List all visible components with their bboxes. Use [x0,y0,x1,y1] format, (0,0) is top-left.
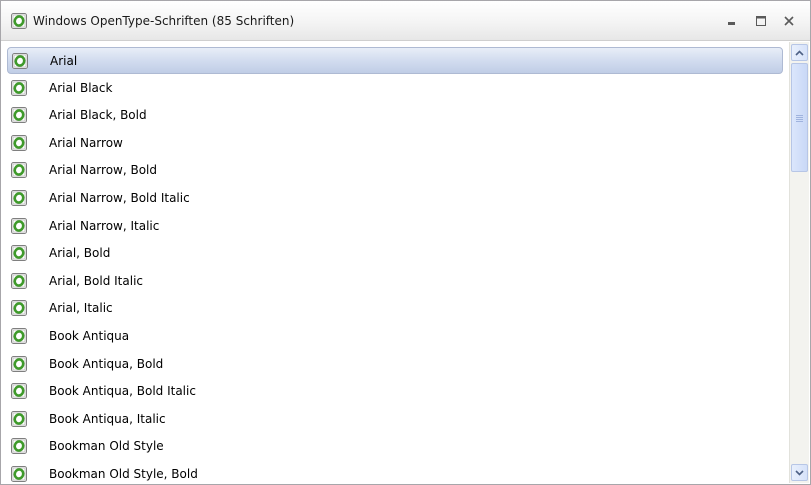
font-name-label: Arial Black [49,80,113,95]
minimize-button[interactable] [720,9,744,33]
font-list-item[interactable]: Arial Narrow [7,130,783,157]
font-name-label: Arial, Bold Italic [49,273,143,288]
chevron-up-icon [795,49,804,56]
font-name-label: Arial, Bold [49,246,111,261]
font-name-label: Book Antiqua, Bold Italic [49,384,196,399]
opentype-font-icon [11,217,27,237]
opentype-font-icon [11,328,27,347]
thumb-grip [796,115,803,116]
thumb-grip [796,117,803,118]
opentype-font-icon [11,13,27,32]
opentype-font-icon [11,79,27,99]
font-name-label: Book Antiqua [49,329,130,343]
minimize-icon [728,22,735,25]
font-list-item[interactable]: Arial, Italic [7,295,783,322]
font-name-label: Arial Narrow, Italic [49,218,160,233]
font-name-label: Bookman Old Style, Bold [49,467,198,481]
opentype-font-icon [11,107,27,126]
font-list-item[interactable]: Bookman Old Style [7,433,783,460]
opentype-font-icon [11,410,27,430]
maximize-icon [756,16,766,26]
font-name-label: Book Antiqua, Italic [49,411,166,426]
vertical-scrollbar[interactable] [789,42,809,483]
window-title: Windows OpenType-Schriften (85 Schriften… [33,14,295,28]
font-list-item[interactable]: Bookman Old Style, Bold [7,461,783,484]
font-name-label: Bookman Old Style [49,439,164,454]
thumb-grip [796,121,803,122]
font-list-item[interactable]: Arial Narrow, Bold [7,157,783,184]
font-name-label: Arial, Italic [49,301,113,316]
font-list[interactable]: Arial Arial Black Arial Black, Bold Arial N… [1,44,789,484]
opentype-font-icon [11,383,27,402]
opentype-font-icon [11,245,27,264]
font-list-item[interactable]: Book Antiqua, Italic [7,406,783,433]
font-name-label: Arial Narrow [49,135,123,150]
font-list-item[interactable]: Arial Black, Bold [7,102,783,129]
opentype-font-icon [11,466,27,484]
opentype-font-icon [11,300,27,319]
font-list-item[interactable]: Arial Narrow, Bold Italic [7,185,783,212]
font-name-label: Arial Black, Bold [49,108,147,123]
font-list-item[interactable]: Arial, Bold Italic [7,268,783,295]
font-list-window: Windows OpenType-Schriften (85 Schriften… [0,0,811,485]
opentype-font-icon [11,162,27,181]
font-list-item[interactable]: Book Antiqua, Bold Italic [7,378,783,405]
font-list-item[interactable]: Arial, Bold [7,240,783,267]
font-name-label: Arial [50,54,78,68]
chevron-down-icon [795,469,804,476]
font-list-item[interactable]: Arial [7,47,783,74]
font-list-item[interactable]: Book Antiqua, Bold [7,351,783,378]
close-button[interactable] [777,9,801,33]
scroll-thumb[interactable] [791,63,808,172]
scroll-down-button[interactable] [791,464,808,481]
font-name-label: Book Antiqua, Bold [49,356,164,371]
font-name-label: Arial Narrow, Bold [49,163,158,178]
opentype-font-icon [12,53,28,72]
opentype-font-icon [11,272,27,292]
opentype-font-icon [11,134,27,154]
font-name-label: Arial Narrow, Bold Italic [49,191,190,205]
font-list-item[interactable]: Arial Black [7,75,783,102]
opentype-font-icon [11,438,27,457]
font-list-item[interactable]: Book Antiqua [7,323,783,350]
opentype-font-icon [11,190,27,209]
font-list-item[interactable]: Arial Narrow, Italic [7,213,783,240]
scroll-up-button[interactable] [791,44,808,61]
close-icon [784,16,794,26]
maximize-button[interactable] [749,9,773,33]
title-bar[interactable]: Windows OpenType-Schriften (85 Schriften… [1,1,810,41]
thumb-grip [796,119,803,120]
opentype-font-icon [11,355,27,375]
